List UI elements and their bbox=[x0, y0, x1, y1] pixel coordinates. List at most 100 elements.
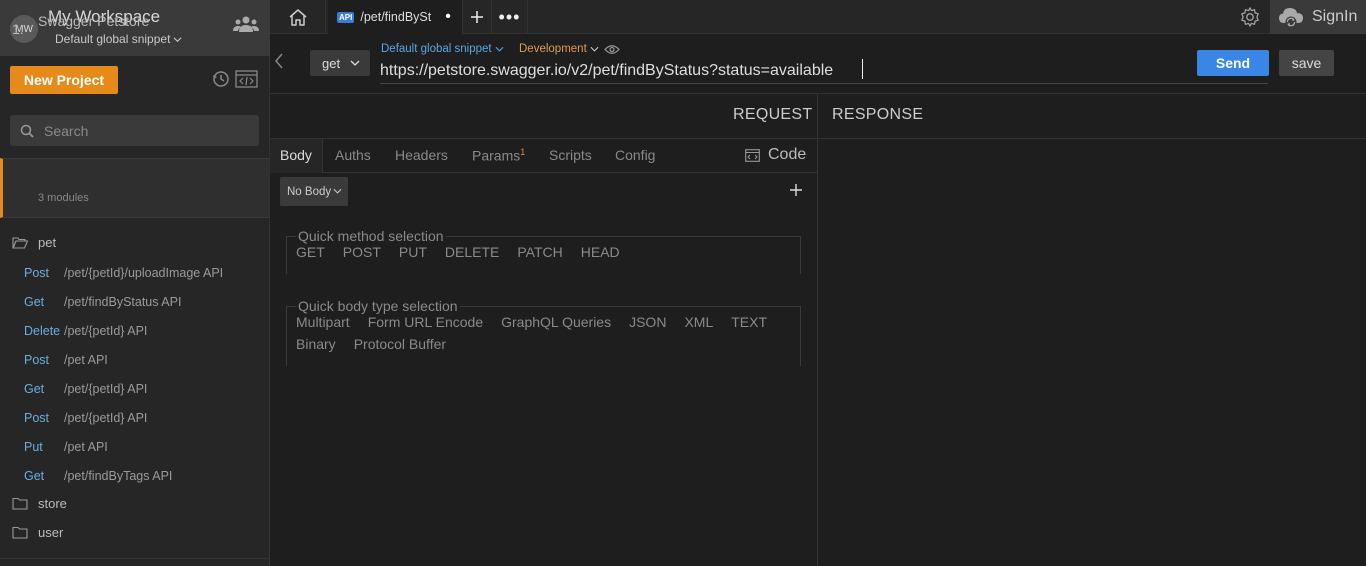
code-button[interactable]: Code bbox=[745, 146, 806, 164]
history-icon[interactable] bbox=[212, 70, 230, 88]
folder-user[interactable]: user bbox=[12, 525, 63, 540]
signin-button[interactable]: SignIn bbox=[1270, 0, 1366, 34]
search-placeholder: Search bbox=[44, 122, 89, 139]
method-select[interactable]: get bbox=[310, 50, 370, 76]
send-button[interactable]: Send bbox=[1197, 50, 1269, 76]
url-input[interactable] bbox=[380, 58, 1268, 84]
project-name: Swagger Petstore bbox=[38, 13, 150, 29]
quick-method-legend: Quick method selection bbox=[298, 228, 444, 244]
unsaved-indicator: • bbox=[445, 8, 451, 25]
text-caret bbox=[862, 59, 863, 79]
quick-body-option[interactable]: TEXT bbox=[731, 314, 767, 330]
pane-divider bbox=[817, 94, 818, 566]
quick-method-option[interactable]: PUT bbox=[399, 244, 427, 260]
api-list-item[interactable]: Get/pet/findByTags API bbox=[0, 461, 269, 490]
add-body-plus-icon[interactable] bbox=[789, 183, 803, 197]
quick-body-options: Multipart Form URL Encode GraphQL Queries J… bbox=[296, 314, 790, 352]
snippet-select[interactable]: Default global snippet bbox=[381, 43, 504, 55]
api-list-item[interactable]: Get/pet/{petId} API bbox=[0, 374, 269, 403]
api-method-label: Get bbox=[24, 294, 45, 309]
quick-body-option[interactable]: Multipart bbox=[296, 314, 350, 330]
api-list-item[interactable]: Post/pet/{petId}/uploadImage API bbox=[0, 258, 269, 287]
folder-store[interactable]: store bbox=[12, 496, 67, 511]
method-value: get bbox=[322, 55, 341, 71]
settings-gear-icon[interactable] bbox=[1238, 6, 1262, 28]
api-method-label: Post bbox=[24, 410, 50, 425]
chevron-down-icon bbox=[333, 188, 342, 194]
quick-method-option[interactable]: DELETE bbox=[445, 244, 499, 260]
response-pane-title: RESPONSE bbox=[832, 106, 924, 123]
snippet-label: Default global snippet bbox=[381, 43, 492, 55]
quick-body-option[interactable]: Protocol Buffer bbox=[354, 336, 446, 352]
api-path-label: /pet API bbox=[64, 352, 108, 367]
tab-headers[interactable]: Headers bbox=[395, 147, 448, 163]
api-method-label: Put bbox=[24, 439, 43, 454]
quick-method-option[interactable]: POST bbox=[343, 244, 381, 260]
team-icon[interactable] bbox=[233, 15, 259, 35]
quick-body-option[interactable]: JSON bbox=[629, 314, 666, 330]
quick-body-option[interactable]: GraphQL Queries bbox=[501, 314, 611, 330]
search-icon bbox=[20, 124, 34, 138]
api-list-item[interactable]: Get/pet/findByStatus API bbox=[0, 287, 269, 316]
folder-label: user bbox=[38, 525, 64, 540]
sidebar-divider bbox=[0, 558, 269, 559]
tab-config[interactable]: Config bbox=[615, 147, 655, 163]
quick-method-option[interactable]: PATCH bbox=[517, 244, 562, 260]
quick-method-options: GET POST PUT DELETE PATCH HEAD bbox=[296, 244, 790, 260]
api-method-label: Post bbox=[24, 352, 50, 367]
chevron-down-icon bbox=[590, 46, 599, 52]
api-list-item[interactable]: Delete/pet/{petId} API bbox=[0, 316, 269, 345]
api-path-label: /pet/findByStatus API bbox=[64, 294, 182, 309]
api-path-label: /pet API bbox=[64, 439, 108, 454]
collapse-sidebar-icon[interactable] bbox=[274, 53, 284, 69]
workspace-snippet-label: Default global snippet bbox=[55, 32, 171, 46]
more-tabs-button[interactable]: ••• bbox=[492, 0, 528, 34]
chevron-down-icon bbox=[173, 36, 182, 42]
api-list-item[interactable]: Put/pet API bbox=[0, 432, 269, 461]
tab-params[interactable]: Params1 bbox=[472, 147, 525, 164]
project-number: 1. bbox=[12, 21, 24, 37]
save-button[interactable]: save bbox=[1279, 50, 1334, 76]
quick-body-legend: Quick body type selection bbox=[298, 298, 458, 314]
project-modules-count: 3 modules bbox=[38, 192, 89, 204]
api-list-item[interactable]: Post/pet API bbox=[0, 345, 269, 374]
tab-auths[interactable]: Auths bbox=[335, 147, 371, 163]
api-path-label: /pet/findByTags API bbox=[64, 468, 173, 483]
home-button[interactable] bbox=[270, 0, 326, 34]
tab-label: /pet/findBySt bbox=[360, 10, 432, 24]
tab-scripts[interactable]: Scripts bbox=[549, 147, 592, 163]
quick-body-option[interactable]: XML bbox=[684, 314, 713, 330]
tab-params-label: Params bbox=[472, 147, 521, 164]
tab-body[interactable]: Body bbox=[280, 147, 312, 163]
new-project-button[interactable]: New Project bbox=[10, 66, 118, 94]
api-method-label: Delete bbox=[24, 323, 61, 338]
chevron-down-icon bbox=[495, 46, 504, 52]
environment-select[interactable]: Development bbox=[519, 43, 599, 55]
folder-label: pet bbox=[38, 235, 57, 250]
params-count-badge: 1 bbox=[520, 147, 526, 157]
quick-body-box: Quick body type selection Multipart Form … bbox=[286, 298, 801, 366]
eye-icon[interactable] bbox=[604, 44, 620, 55]
quick-method-option[interactable]: GET bbox=[296, 244, 325, 260]
api-list-item[interactable]: Post/pet/{petId} API bbox=[0, 403, 269, 432]
plus-icon bbox=[471, 11, 483, 23]
code-window-icon bbox=[745, 148, 760, 162]
api-badge: API bbox=[337, 11, 355, 23]
add-tab-button[interactable] bbox=[462, 0, 492, 34]
signin-label: SignIn bbox=[1312, 8, 1358, 25]
toolbar-divider bbox=[270, 93, 1366, 94]
quick-body-option[interactable]: Binary bbox=[296, 336, 336, 352]
home-icon bbox=[289, 9, 306, 26]
folder-pet[interactable]: pet bbox=[12, 235, 56, 250]
folder-icon bbox=[12, 497, 28, 510]
body-type-select[interactable]: No Body bbox=[280, 177, 348, 206]
workspace-snippet-select[interactable]: Default global snippet bbox=[55, 32, 182, 46]
tab-active-request[interactable]: API /pet/findBySt • bbox=[328, 0, 462, 34]
api-path-label: /pet/{petId}/uploadImage API bbox=[64, 265, 224, 280]
api-method-label: Post bbox=[24, 265, 50, 280]
code-snippet-icon[interactable] bbox=[235, 70, 258, 88]
project-item[interactable] bbox=[0, 158, 269, 218]
quick-method-option[interactable]: HEAD bbox=[581, 244, 620, 260]
search-input[interactable]: Search bbox=[10, 115, 259, 146]
quick-body-option[interactable]: Form URL Encode bbox=[368, 314, 483, 330]
